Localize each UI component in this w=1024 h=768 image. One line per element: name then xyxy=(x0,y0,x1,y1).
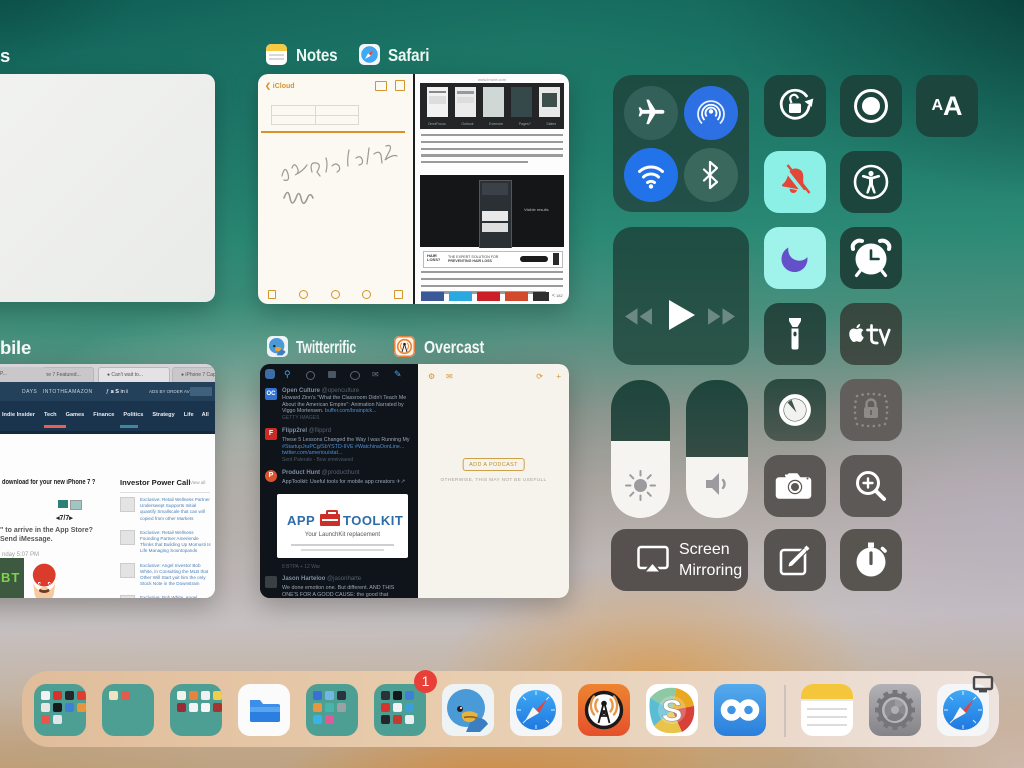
svg-text:S: S xyxy=(662,693,683,728)
